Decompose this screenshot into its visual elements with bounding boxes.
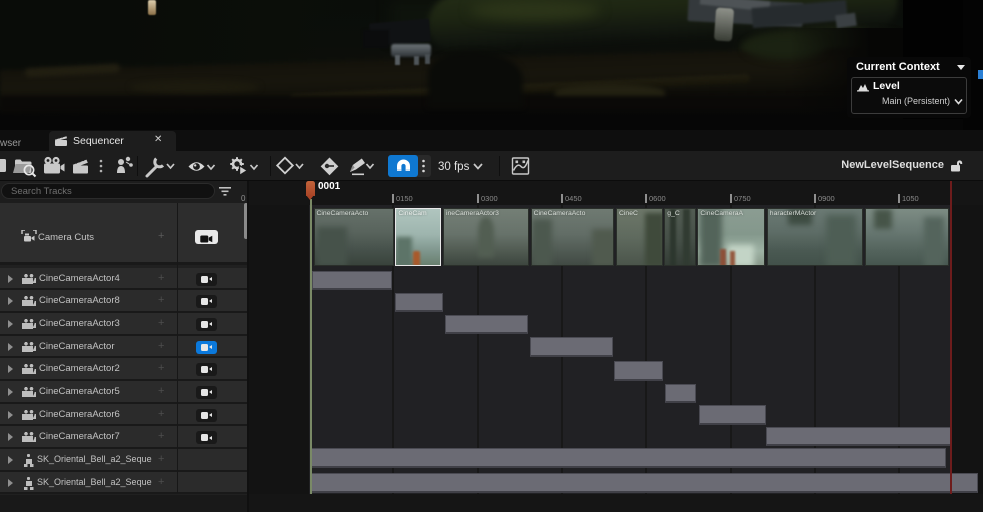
svg-text:30 fps: 30 fps bbox=[438, 161, 470, 173]
